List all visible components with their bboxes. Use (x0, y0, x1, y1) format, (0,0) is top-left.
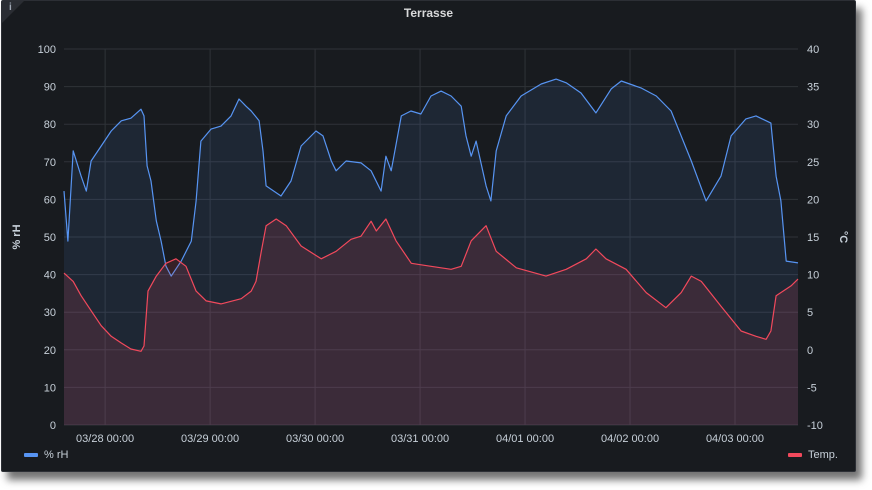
y-right-tick-label: -10 (807, 420, 823, 432)
x-tick-label: 04/01 00:00 (496, 433, 554, 445)
legend-swatch-humidity (24, 453, 38, 457)
y-left-tick-label: 90 (44, 82, 56, 94)
y-left-tick-label: 100 (38, 44, 56, 56)
y-left-tick-label: 10 (44, 382, 56, 394)
y-left-tick-label: 60 (44, 194, 56, 206)
y-right-tick-label: 15 (807, 232, 819, 244)
y-right-tick-label: 40 (807, 44, 819, 56)
y-right-tick-label: 35 (807, 82, 819, 94)
x-tick-label: 03/28 00:00 (76, 433, 134, 445)
y-right-tick-label: 20 (807, 194, 819, 206)
x-tick-label: 04/03 00:00 (706, 433, 764, 445)
y-left-tick-label: 50 (44, 232, 56, 244)
y-right-axis-label: °C (837, 231, 849, 243)
y-right-tick-label: 0 (807, 345, 813, 357)
x-tick-label: 03/31 00:00 (391, 433, 449, 445)
legend-label-temp: Temp. (808, 449, 838, 461)
y-right-tick-label: 10 (807, 270, 819, 282)
y-right-tick-label: 5 (807, 307, 813, 319)
y-left-tick-label: 40 (44, 270, 56, 282)
legend-swatch-temp (788, 453, 802, 457)
x-tick-label: 04/02 00:00 (601, 433, 659, 445)
y-left-axis-label: % rH (11, 224, 23, 249)
y-right-tick-label: 30 (807, 119, 819, 131)
chart-panel: i Terrasse 0 10 20 30 40 50 60 70 80 90 100 -10 -5 0 5… (1, 0, 856, 472)
y-left-tick-label: 20 (44, 345, 56, 357)
y-left-tick-label: 80 (44, 119, 56, 131)
x-tick-label: 03/30 00:00 (286, 433, 344, 445)
legend-item-humidity[interactable]: % rH (24, 449, 68, 461)
x-tick-label: 03/29 00:00 (181, 433, 239, 445)
y-right-tick-label: 25 (807, 157, 819, 169)
y-left-tick-label: 30 (44, 307, 56, 319)
legend-label-humidity: % rH (44, 449, 69, 461)
y-left-tick-label: 70 (44, 157, 56, 169)
chart-plot: 0 10 20 30 40 50 60 70 80 90 100 -10 -5 0 5 10 15 20 25 30 3… (11, 44, 849, 445)
legend-item-temp[interactable]: Temp. (788, 449, 838, 461)
y-left-tick-label: 0 (50, 420, 56, 432)
y-right-tick-label: -5 (807, 382, 817, 394)
